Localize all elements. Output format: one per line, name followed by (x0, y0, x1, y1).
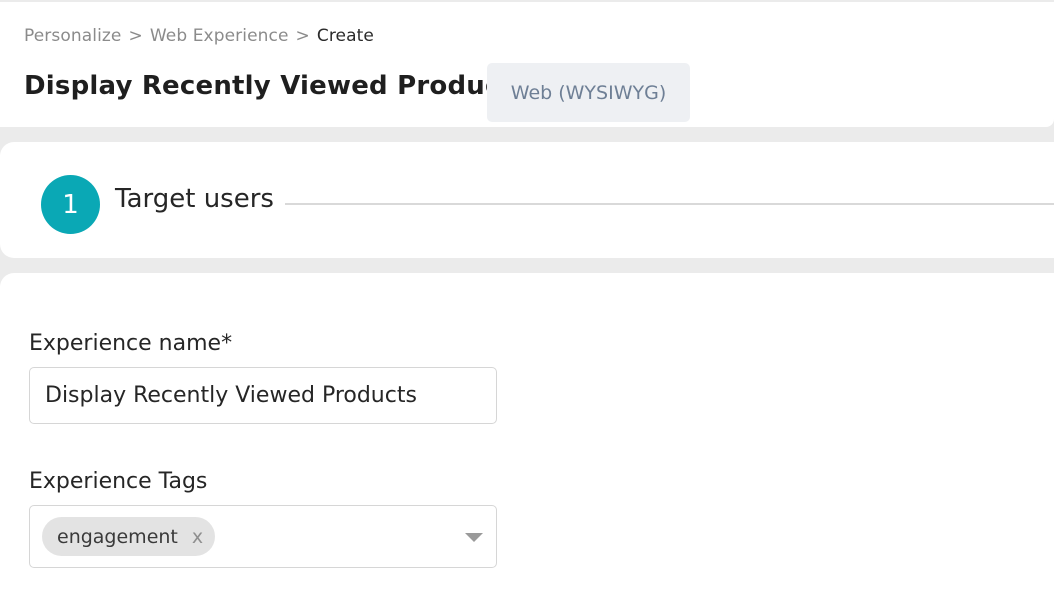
breadcrumb-personalize[interactable]: Personalize (24, 26, 121, 46)
tag-chip-label: engagement (57, 525, 178, 548)
chevron-down-icon[interactable] (465, 533, 483, 542)
tag-chip-engagement: engagement x (42, 517, 216, 556)
experience-tags-label: Experience Tags (29, 469, 208, 494)
experience-type-badge: Web (WYSIWYG) (487, 63, 690, 122)
step-number-badge[interactable]: 1 (41, 175, 100, 234)
experience-name-input[interactable] (29, 367, 497, 424)
close-icon[interactable]: x (192, 526, 203, 548)
experience-tags-select[interactable]: engagement x (29, 505, 497, 568)
breadcrumb: Personalize > Web Experience > Create (24, 26, 374, 46)
step-connector-line (285, 203, 1054, 205)
page-header: Personalize > Web Experience > Create Displa… (0, 2, 1054, 127)
experience-name-label: Experience name* (29, 331, 233, 356)
experience-form: Experience name* Experience Tags engagem… (0, 273, 1054, 590)
page-title: Display Recently Viewed Products (24, 71, 529, 101)
step-label-target-users[interactable]: Target users (115, 184, 274, 214)
breadcrumb-current: Create (316, 26, 374, 46)
breadcrumb-web-experience[interactable]: Web Experience (150, 26, 289, 46)
breadcrumb-separator: > (128, 26, 143, 46)
breadcrumb-separator: > (295, 26, 310, 46)
step-progress: 1 Target users (0, 142, 1054, 258)
